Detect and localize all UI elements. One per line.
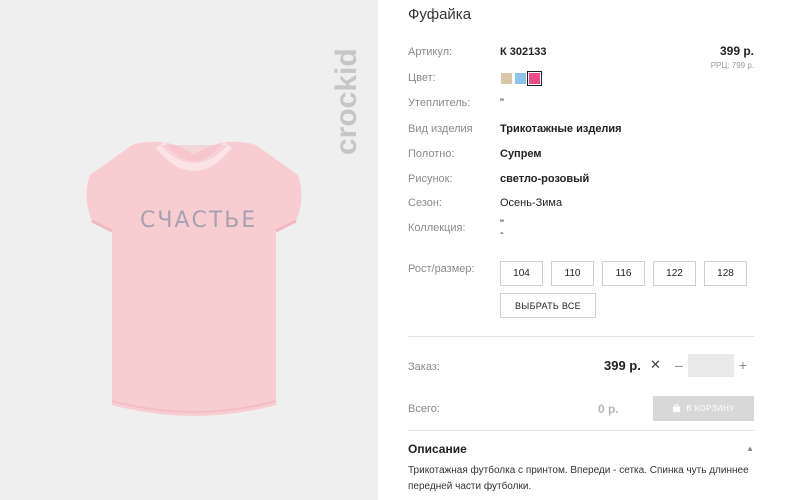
description-text: Трикотажная футболка с принтом. Впереди … bbox=[408, 465, 749, 492]
insulation-value: " bbox=[500, 97, 504, 109]
item-type-label: Вид изделия bbox=[408, 123, 473, 135]
product-image[interactable]: crockid СЧАСТЬЕ bbox=[0, 0, 378, 500]
product-title: Фуфайка bbox=[408, 6, 472, 23]
add-to-cart-button[interactable]: В КОРЗИНУ bbox=[653, 396, 754, 421]
size-option[interactable]: 110 bbox=[551, 261, 594, 286]
fabric-value: Супрем bbox=[500, 148, 542, 160]
select-all-sizes-button[interactable]: ВЫБРАТЬ ВСЕ bbox=[500, 293, 596, 318]
size-options: 104 110 116 122 128 bbox=[500, 261, 747, 286]
quantity-input[interactable] bbox=[688, 354, 734, 377]
swatch-beige[interactable] bbox=[501, 73, 512, 84]
season-value: Осень-Зима bbox=[500, 197, 563, 209]
brand-logo: crockid bbox=[320, 20, 370, 160]
season-label: Сезон: bbox=[408, 197, 442, 209]
pattern-label: Рисунок: bbox=[408, 173, 453, 185]
price: 399 р. bbox=[719, 44, 754, 58]
collection-label: Коллекция: bbox=[408, 222, 466, 234]
article-value: К 302133 bbox=[500, 46, 547, 58]
rrp-price: РРЦ: 799 р. bbox=[710, 61, 754, 70]
divider bbox=[408, 430, 754, 431]
collection-value: " - bbox=[500, 218, 504, 239]
size-option[interactable]: 122 bbox=[653, 261, 696, 286]
fabric-label: Полотно: bbox=[408, 148, 455, 160]
order-label: Заказ: bbox=[408, 361, 440, 373]
quantity-decrease-button[interactable]: – bbox=[672, 357, 686, 373]
insulation-label: Утеплитель: bbox=[408, 97, 471, 109]
brand-logo-text: crockid bbox=[330, 48, 363, 155]
size-option[interactable]: 104 bbox=[500, 261, 543, 286]
size-option[interactable]: 116 bbox=[602, 261, 645, 286]
swatch-pink[interactable] bbox=[527, 71, 542, 86]
size-option[interactable]: 128 bbox=[704, 261, 747, 286]
divider bbox=[408, 336, 754, 337]
total-price: 0 р. bbox=[598, 402, 619, 416]
swatch-light-blue[interactable] bbox=[515, 73, 526, 84]
shirt-print-text: СЧАСТЬЕ bbox=[140, 208, 258, 233]
order-price: 399 р. bbox=[604, 358, 641, 373]
size-label: Рост/размер: bbox=[408, 263, 475, 275]
cart-icon bbox=[673, 404, 681, 413]
brand-logo-mark: crockid bbox=[330, 48, 363, 155]
article-label: Артикул: bbox=[408, 46, 453, 58]
item-type-value: Трикотажные изделия bbox=[500, 123, 622, 135]
add-to-cart-label: В КОРЗИНУ bbox=[686, 404, 735, 413]
description-title[interactable]: Описание bbox=[408, 442, 467, 456]
tshirt-illustration bbox=[70, 135, 318, 425]
color-swatches bbox=[501, 71, 542, 86]
color-label: Цвет: bbox=[408, 72, 436, 84]
pattern-value: светло-розовый bbox=[500, 173, 590, 185]
quantity-increase-button[interactable]: + bbox=[736, 357, 750, 373]
chevron-up-icon[interactable]: ▲ bbox=[746, 444, 754, 453]
total-label: Всего: bbox=[408, 403, 440, 415]
close-icon[interactable]: ✕ bbox=[650, 358, 662, 372]
